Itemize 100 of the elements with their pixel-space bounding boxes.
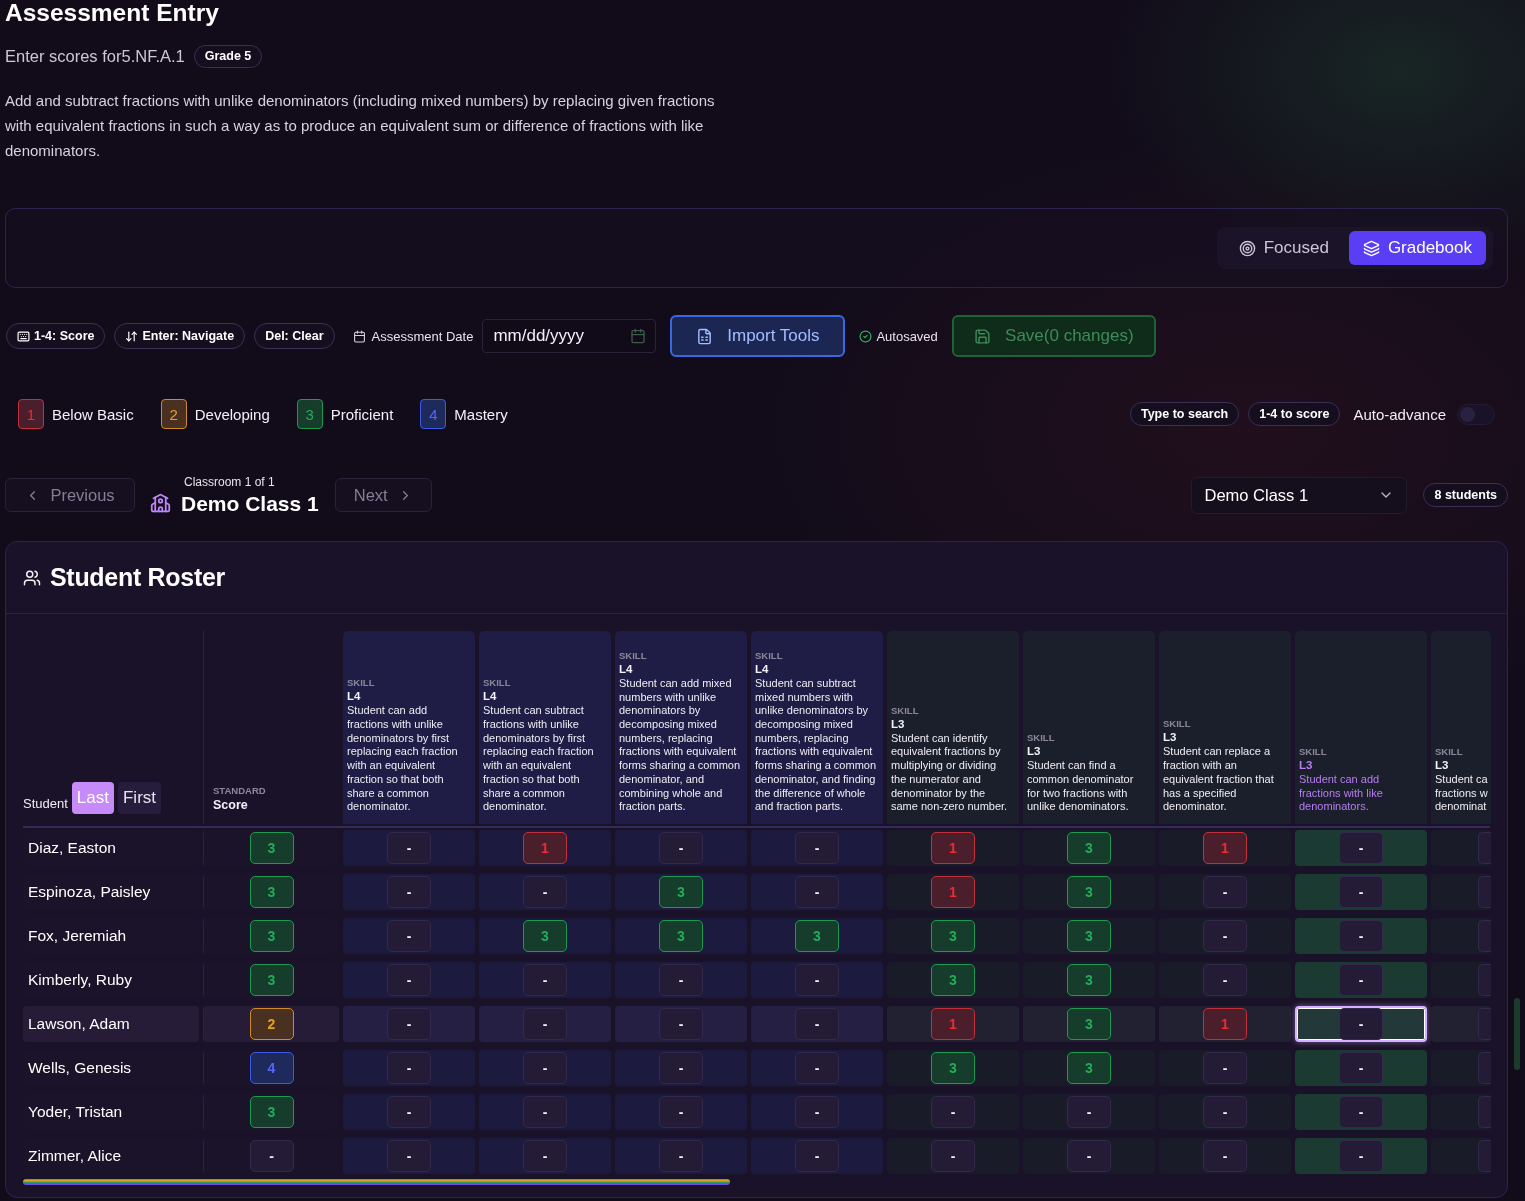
score-button[interactable]: - <box>931 1096 975 1128</box>
score-button[interactable]: - <box>1339 964 1383 996</box>
score-button[interactable] <box>1478 1140 1491 1172</box>
score-button[interactable]: - <box>795 1052 839 1084</box>
score-button[interactable]: - <box>1339 832 1383 864</box>
keyboard-hint: 1-4 to score <box>1248 402 1341 426</box>
score-button[interactable]: - <box>523 876 567 908</box>
score-button[interactable]: 3 <box>659 876 703 908</box>
vertical-scrollbar[interactable] <box>1514 998 1520 1070</box>
score-button[interactable]: 3 <box>931 1052 975 1084</box>
score-button[interactable]: 2 <box>249 1008 294 1040</box>
class-select[interactable]: Demo Class 1 <box>1191 476 1408 514</box>
score-button[interactable]: - <box>795 876 839 908</box>
sort-toggle[interactable]: First <box>117 782 161 814</box>
autosave-status: Autosaved <box>876 328 938 344</box>
view-tab[interactable]: Focused <box>1224 231 1343 265</box>
score-button[interactable]: - <box>659 1052 703 1084</box>
score-button[interactable]: 3 <box>795 920 839 952</box>
score-button[interactable]: - <box>249 1140 294 1172</box>
score-button[interactable]: - <box>659 832 703 864</box>
skill-level: L4 <box>347 689 361 705</box>
score-button[interactable]: - <box>387 876 431 908</box>
score-swatch: 1 <box>18 399 44 429</box>
score-button[interactable]: - <box>387 832 431 864</box>
score-button[interactable]: 3 <box>931 920 975 952</box>
score-button[interactable]: 3 <box>931 964 975 996</box>
score-button[interactable] <box>1478 1096 1491 1128</box>
score-button[interactable]: - <box>795 1140 839 1172</box>
score-button[interactable]: - <box>1339 920 1383 952</box>
roster-title: Student Roster <box>50 563 225 592</box>
score-button[interactable]: - <box>795 832 839 864</box>
score-button[interactable] <box>1478 920 1491 952</box>
score-button[interactable]: 3 <box>659 920 703 952</box>
skill-description: Student can subtract mixed numbers with unlike denominators by decomposing mixed numbers, replacing fractions with equivalent forms sharing a common denominator, and finding the difference of whole and fraction parts. <box>755 676 877 814</box>
shortcut-hint: Del: Clear <box>254 323 335 349</box>
score-button[interactable]: - <box>1339 1052 1383 1084</box>
score-button[interactable]: - <box>523 964 567 996</box>
score-button[interactable]: - <box>387 1140 431 1172</box>
classroom-counter: Classroom 1 of 1 <box>184 474 275 489</box>
score-button[interactable]: 3 <box>1067 920 1111 952</box>
score-button[interactable]: - <box>795 964 839 996</box>
score-button[interactable] <box>1478 1008 1491 1040</box>
score-button[interactable]: - <box>1339 876 1383 908</box>
score-button[interactable]: 3 <box>249 964 294 996</box>
skill-level: L3 <box>891 716 905 732</box>
score-button[interactable]: - <box>1067 1096 1111 1128</box>
save-icon <box>974 327 992 345</box>
score-button[interactable]: - <box>659 1008 703 1040</box>
view-tab[interactable]: Gradebook <box>1348 231 1486 265</box>
score-button[interactable] <box>1478 1052 1491 1084</box>
score-button[interactable]: 3 <box>249 920 294 952</box>
score-button[interactable]: - <box>1203 1140 1247 1172</box>
score-button[interactable]: - <box>795 1096 839 1128</box>
score-button[interactable] <box>1478 876 1491 908</box>
score-button[interactable]: - <box>1339 1008 1383 1040</box>
score-button[interactable]: - <box>659 1140 703 1172</box>
score-button[interactable]: - <box>1067 1140 1111 1172</box>
calendar-icon[interactable] <box>630 328 647 344</box>
score-button[interactable]: - <box>931 1140 975 1172</box>
score-button[interactable] <box>1478 832 1491 864</box>
score-button[interactable]: - <box>659 964 703 996</box>
score-button[interactable]: 3 <box>1067 1052 1111 1084</box>
score-button[interactable]: - <box>1203 1052 1247 1084</box>
score-button[interactable]: 3 <box>1067 1008 1111 1040</box>
column-kicker: SKILL <box>1027 731 1055 745</box>
score-button[interactable]: - <box>387 1008 431 1040</box>
student-name-cell: Lawson, Adam <box>23 1006 199 1042</box>
horizontal-scrollbar[interactable] <box>23 1179 730 1185</box>
score-button[interactable]: - <box>1339 1096 1383 1128</box>
score-button[interactable]: 3 <box>249 832 294 864</box>
score-button[interactable] <box>1478 964 1491 996</box>
column-kicker: SKILL <box>1435 744 1463 758</box>
score-button[interactable]: 3 <box>249 876 294 908</box>
auto-advance-switch[interactable] <box>1457 403 1495 425</box>
score-button[interactable]: - <box>387 964 431 996</box>
score-button[interactable]: - <box>523 1008 567 1040</box>
score-button[interactable]: - <box>387 920 431 952</box>
score-button[interactable]: - <box>1203 920 1247 952</box>
score-button[interactable]: 3 <box>1067 832 1111 864</box>
score-button[interactable]: 3 <box>1067 876 1111 908</box>
skill-description: Student can add mixed numbers with unlike denominators by decomposing mixed numbers, replacing fractions with equivalent forms sharing a common denominator, and combining whole and fraction parts. <box>619 676 741 814</box>
shortcut-hint: 1-4: Score <box>6 323 106 349</box>
score-button[interactable]: - <box>387 1096 431 1128</box>
score-button[interactable]: - <box>1339 1140 1383 1172</box>
score-button[interactable]: - <box>1203 964 1247 996</box>
score-button[interactable]: - <box>523 1052 567 1084</box>
score-button[interactable]: 3 <box>249 1096 294 1128</box>
date-field[interactable]: mm/dd/yyyy <box>482 319 657 353</box>
score-button[interactable]: - <box>523 1140 567 1172</box>
score-button[interactable]: - <box>387 1052 431 1084</box>
score-swatch: 4 <box>420 399 447 429</box>
import-tools-button[interactable]: Import Tools <box>670 315 846 357</box>
score-button[interactable]: - <box>659 1096 703 1128</box>
up-down-arrows-icon <box>125 329 139 343</box>
score-button[interactable]: - <box>523 1096 567 1128</box>
score-button[interactable]: - <box>1203 1096 1247 1128</box>
score-button[interactable]: 3 <box>1067 964 1111 996</box>
score-button[interactable]: - <box>795 1008 839 1040</box>
score-button[interactable]: - <box>1203 876 1247 908</box>
score-button[interactable]: 3 <box>523 920 567 952</box>
